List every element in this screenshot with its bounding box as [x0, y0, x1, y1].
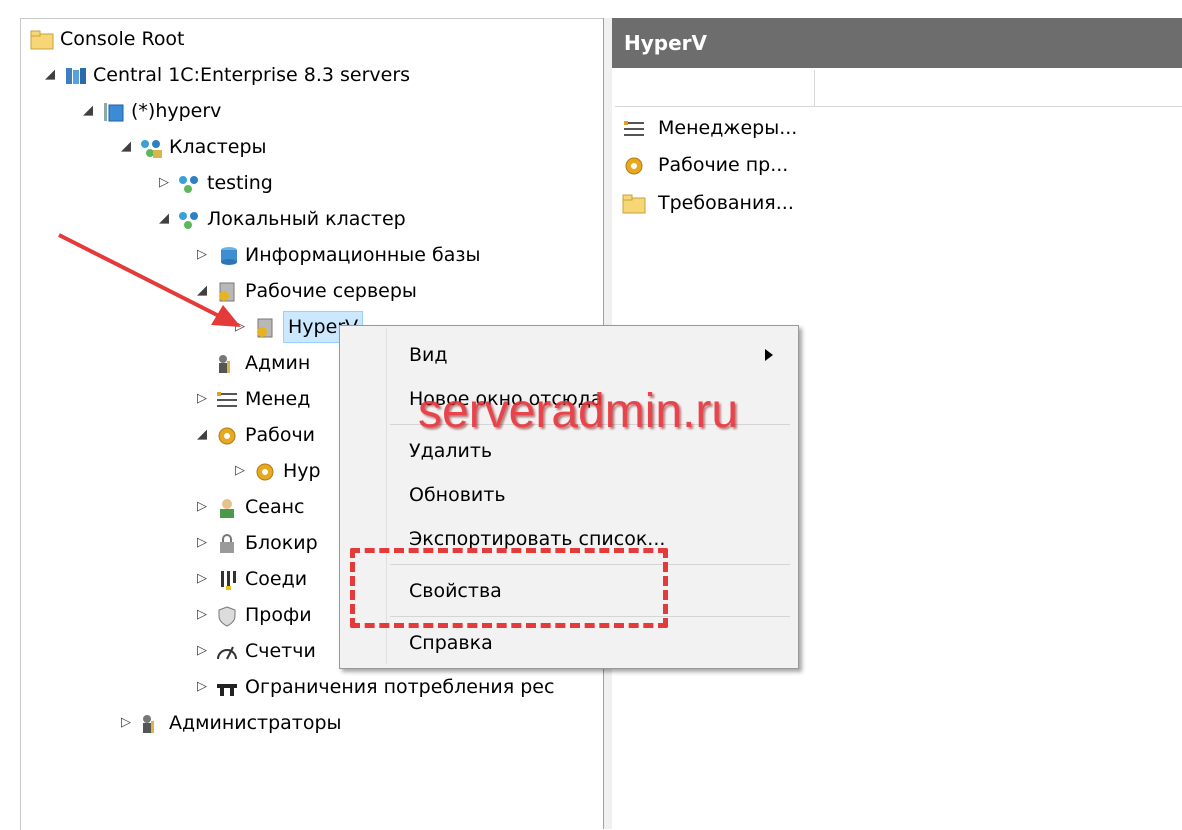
expand-icon[interactable]: ▷: [195, 382, 209, 416]
expand-icon[interactable]: ▷: [195, 670, 209, 704]
expand-icon[interactable]: ▷: [195, 490, 209, 524]
tree-node-label: Рабочие серверы: [245, 280, 417, 302]
folder-icon: [622, 192, 646, 214]
tree-node-label: Рабочи: [245, 424, 316, 446]
annotation-highlight-box: [350, 548, 668, 628]
server-group-icon: [63, 64, 87, 86]
tree-node-label: Hyp: [283, 460, 321, 482]
menu-item-label: Справка: [409, 632, 493, 654]
tree-node-label: Console Root: [60, 28, 185, 50]
menu-item-label: Вид: [409, 344, 448, 366]
gear-icon: [622, 154, 646, 176]
cluster-icon: [177, 172, 201, 194]
list-item-label: Требования...: [658, 192, 794, 214]
lock-icon: [215, 532, 239, 554]
tree-node-label: testing: [207, 172, 273, 194]
clusters-icon: [139, 136, 163, 158]
collapse-icon[interactable]: ◢: [195, 418, 209, 452]
gear-icon: [253, 460, 277, 482]
expand-icon[interactable]: ▷: [157, 166, 171, 200]
cluster-icon: [177, 208, 201, 230]
managers-icon: [215, 388, 239, 410]
tree-node-label: Ограничения потребления рес: [245, 676, 555, 698]
menu-item-delete[interactable]: Удалить: [409, 434, 492, 468]
work-server-icon: [253, 316, 277, 338]
server-icon: [101, 100, 125, 122]
menu-item-view[interactable]: Вид: [409, 338, 448, 372]
tree-node-label: Информационные базы: [245, 244, 481, 266]
list-item-label: Рабочие пр...: [658, 154, 789, 176]
expand-icon[interactable]: ▷: [233, 454, 247, 488]
tree-node-label: Администраторы: [169, 712, 342, 734]
menu-item-refresh[interactable]: Обновить: [409, 478, 506, 512]
menu-item-label: Удалить: [409, 440, 493, 462]
list-item-label: Менеджеры...: [658, 117, 798, 139]
column-header[interactable]: [615, 70, 1182, 107]
tree-node-label: Кластеры: [169, 136, 267, 158]
column-header-cell[interactable]: [615, 70, 815, 106]
shield-icon: [215, 604, 239, 627]
tree-node-label: Счетчи: [245, 640, 316, 662]
user-icon: [215, 496, 239, 518]
submenu-arrow-icon: [765, 349, 773, 361]
tree-node-label: (*)hyperv: [131, 100, 222, 122]
limits-icon: [215, 676, 239, 698]
annotation-arrow: [58, 233, 241, 327]
expand-icon[interactable]: ▷: [195, 598, 209, 632]
connections-icon: [215, 568, 239, 590]
gear-icon: [215, 424, 239, 446]
tree-node-label: Менед: [245, 388, 311, 410]
tree-node-label: Профи: [245, 604, 312, 626]
tree-node-label: Central 1C:Enterprise 8.3 servers: [93, 64, 411, 86]
gauge-icon: [215, 640, 239, 662]
watermark: serveradmin.ru: [418, 385, 739, 438]
folder-icon: [30, 28, 54, 50]
tree-node-label: Админ: [245, 352, 311, 374]
admins-icon: [215, 352, 239, 374]
collapse-icon[interactable]: ◢: [43, 58, 57, 92]
collapse-icon[interactable]: ◢: [81, 94, 95, 128]
expand-icon[interactable]: ▷: [195, 562, 209, 596]
menu-item-label: Обновить: [409, 484, 506, 506]
tree-node-label: Блокир: [245, 532, 318, 554]
expand-icon[interactable]: ▷: [195, 526, 209, 560]
collapse-icon[interactable]: ◢: [119, 130, 133, 164]
admins-icon: [139, 712, 163, 734]
menu-item-help[interactable]: Справка: [409, 626, 493, 660]
expand-icon[interactable]: ▷: [119, 706, 133, 740]
managers-icon: [622, 117, 646, 139]
tree-node-label: Соеди: [245, 568, 308, 590]
menu-item-label: Экспортировать список...: [409, 528, 666, 550]
details-title: HyperV: [612, 18, 1182, 68]
tree-node-label: Сеанс: [245, 496, 305, 518]
expand-icon[interactable]: ▷: [195, 634, 209, 668]
